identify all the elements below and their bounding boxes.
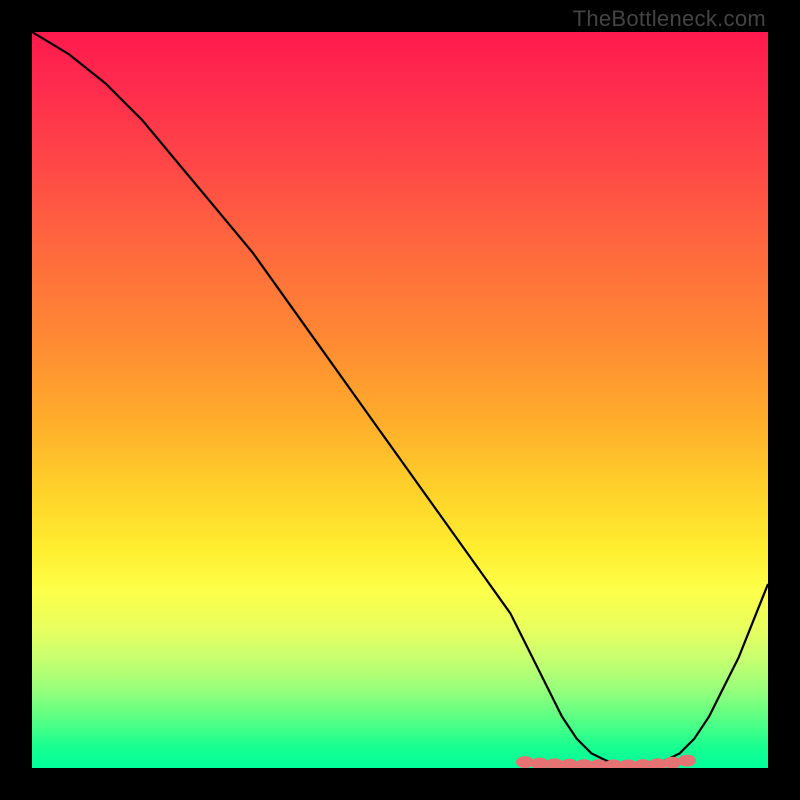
bottleneck-curve: [32, 32, 768, 766]
optimal-marker: [678, 755, 696, 767]
chart-frame: [32, 32, 768, 768]
curve-group: [32, 32, 768, 766]
watermark-text: TheBottleneck.com: [573, 6, 766, 32]
chart-svg: [32, 32, 768, 768]
